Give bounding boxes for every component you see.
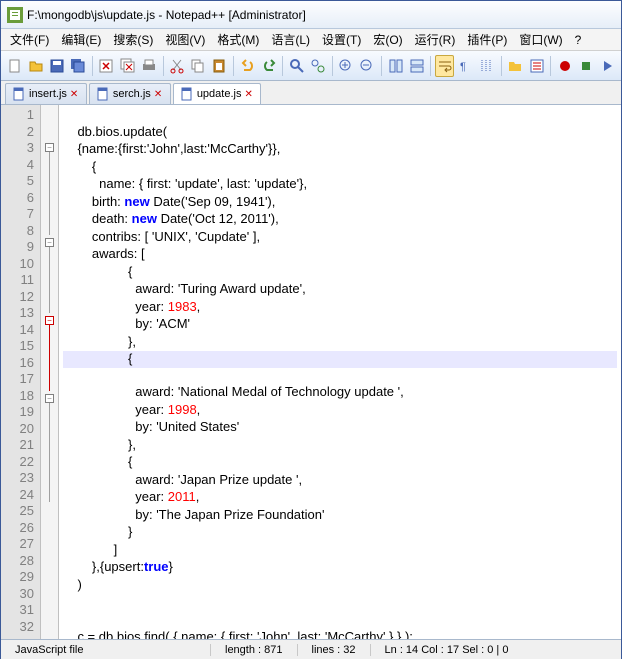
play-macro-button[interactable]: [598, 55, 617, 77]
status-position: Ln : 14 Col : 17 Sel : 0 | 0: [371, 644, 621, 656]
line-number-gutter: 1234567891011121314151617181920212223242…: [1, 105, 41, 639]
menu-language[interactable]: 语言(L): [266, 29, 315, 50]
separator-icon: [550, 56, 551, 76]
paste-button[interactable]: [210, 55, 229, 77]
replace-button[interactable]: [308, 55, 327, 77]
close-icon[interactable]: ✕: [70, 89, 80, 99]
record-macro-button[interactable]: [555, 55, 574, 77]
stop-macro-button[interactable]: [576, 55, 595, 77]
close-icon[interactable]: ✕: [244, 89, 254, 99]
file-icon: [96, 87, 110, 101]
status-language: JavaScript file: [1, 644, 211, 656]
fold-toggle-icon[interactable]: −: [45, 238, 54, 247]
tab-update[interactable]: update.js ✕: [173, 83, 262, 104]
toolbar: ¶: [1, 51, 621, 81]
menu-file[interactable]: 文件(F): [5, 29, 54, 50]
svg-text:¶: ¶: [460, 61, 466, 73]
tab-bar: insert.js ✕ serch.js ✕ update.js ✕: [1, 81, 621, 105]
window-title: F:\mongodb\js\update.js - Notepad++ [Adm…: [27, 8, 306, 22]
file-icon: [180, 87, 194, 101]
status-length: length : 871: [211, 644, 298, 656]
separator-icon: [233, 56, 234, 76]
fold-toggle-icon[interactable]: −: [45, 394, 54, 403]
fold-gutter: − − − −: [41, 105, 59, 639]
zoom-in-button[interactable]: [337, 55, 356, 77]
menu-view[interactable]: 视图(V): [160, 29, 210, 50]
menu-window[interactable]: 窗口(W): [514, 29, 567, 50]
tab-serch[interactable]: serch.js ✕: [89, 83, 171, 104]
menu-edit[interactable]: 编辑(E): [56, 29, 106, 50]
save-button[interactable]: [47, 55, 66, 77]
undo-button[interactable]: [238, 55, 257, 77]
zoom-out-button[interactable]: [358, 55, 377, 77]
tab-label: update.js: [197, 88, 242, 100]
separator-icon: [501, 56, 502, 76]
separator-icon: [92, 56, 93, 76]
open-file-button[interactable]: [26, 55, 45, 77]
close-button[interactable]: [97, 55, 116, 77]
indent-guide-button[interactable]: [478, 55, 497, 77]
print-button[interactable]: [139, 55, 158, 77]
save-all-button[interactable]: [69, 55, 88, 77]
menu-macro[interactable]: 宏(O): [368, 29, 407, 50]
menu-format[interactable]: 格式(M): [212, 29, 264, 50]
editor-area[interactable]: 1234567891011121314151617181920212223242…: [1, 105, 621, 639]
tab-label: serch.js: [113, 88, 151, 100]
folder-button[interactable]: [506, 55, 525, 77]
menu-plugins[interactable]: 插件(P): [462, 29, 512, 50]
sync-h-button[interactable]: [407, 55, 426, 77]
menu-help[interactable]: ?: [570, 31, 587, 49]
menu-run[interactable]: 运行(R): [410, 29, 461, 50]
status-bar: JavaScript file length : 871 lines : 32 …: [1, 639, 621, 659]
file-icon: [12, 87, 26, 101]
separator-icon: [332, 56, 333, 76]
new-file-button[interactable]: [5, 55, 24, 77]
find-button[interactable]: [287, 55, 306, 77]
current-line-highlight: {: [63, 351, 617, 368]
code-content[interactable]: db.bios.update( {name:{first:'John',last…: [59, 105, 621, 639]
menu-settings[interactable]: 设置(T): [317, 29, 366, 50]
copy-button[interactable]: [189, 55, 208, 77]
show-all-chars-button[interactable]: ¶: [456, 55, 475, 77]
fold-toggle-icon[interactable]: −: [45, 143, 54, 152]
title-bar: F:\mongodb\js\update.js - Notepad++ [Adm…: [1, 1, 621, 29]
menu-search[interactable]: 搜索(S): [108, 29, 158, 50]
close-all-button[interactable]: [118, 55, 137, 77]
separator-icon: [430, 56, 431, 76]
separator-icon: [163, 56, 164, 76]
menu-bar: 文件(F) 编辑(E) 搜索(S) 视图(V) 格式(M) 语言(L) 设置(T…: [1, 29, 621, 51]
separator-icon: [282, 56, 283, 76]
separator-icon: [381, 56, 382, 76]
close-icon[interactable]: ✕: [154, 89, 164, 99]
cut-button[interactable]: [167, 55, 186, 77]
wordwrap-button[interactable]: [435, 55, 454, 77]
redo-button[interactable]: [259, 55, 278, 77]
tab-insert[interactable]: insert.js ✕: [5, 83, 87, 104]
status-lines: lines : 32: [298, 644, 371, 656]
fold-toggle-icon[interactable]: −: [45, 316, 54, 325]
tab-label: insert.js: [29, 88, 67, 100]
function-list-button[interactable]: [527, 55, 546, 77]
sync-v-button[interactable]: [386, 55, 405, 77]
app-icon: [7, 7, 23, 23]
